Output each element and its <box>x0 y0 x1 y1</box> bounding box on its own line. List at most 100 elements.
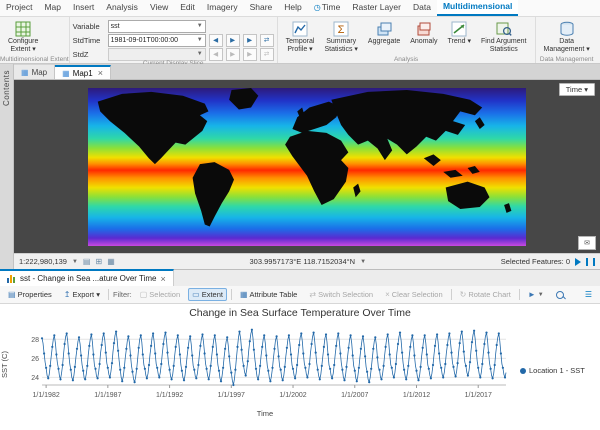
aggregate-button[interactable]: Aggregate <box>364 19 404 48</box>
play-button[interactable]: ▶ <box>226 34 240 47</box>
rotate-chart-button[interactable]: ↻Rotate Chart <box>456 288 515 301</box>
variable-label: Variable <box>73 22 105 31</box>
view-tab-map[interactable]: ▦ Map <box>14 65 55 79</box>
zoom-in-button[interactable] <box>552 289 568 301</box>
arcgis-pro-window: Project Map Insert Analysis View Edit Im… <box>0 0 600 430</box>
attribute-table-button[interactable]: ▦Attribute Table <box>236 288 301 301</box>
sst-time-series-plot[interactable]: 2426281/1/19821/1/19871/1/19921/1/19971/… <box>16 319 514 407</box>
chart-area: Change in Sea Surface Temperature Over T… <box>0 304 600 430</box>
time-slider-button[interactable]: Time ▾ <box>559 83 595 96</box>
chart-panel-tab[interactable]: sst - Change in Sea ...ature Over Time × <box>0 269 174 286</box>
selected-features-count[interactable]: Selected Features: 0 <box>501 257 570 266</box>
filter-extent-button[interactable]: ▭Extent <box>188 288 227 301</box>
pointer-mode-button[interactable]: ►▼ <box>524 288 548 301</box>
group-multidimensional-extent: Configure Extent ▾ Multidimensional Exte… <box>0 17 70 63</box>
selection-icon: ▢ <box>140 290 148 299</box>
ribbon-tab-insert[interactable]: Insert <box>67 0 100 16</box>
chevron-down-icon: ▼ <box>197 37 203 43</box>
ribbon-tab-time[interactable]: ◷Time <box>308 0 347 16</box>
properties-icon: ▤ <box>8 290 16 299</box>
svg-text:1/1/2012: 1/1/2012 <box>403 392 430 399</box>
chart-export-button[interactable]: ↥Export ▾ <box>60 288 104 301</box>
svg-text:1/1/2017: 1/1/2017 <box>465 392 492 399</box>
ribbon-tab-analysis[interactable]: Analysis <box>100 0 144 16</box>
summary-statistics-icon: Σ <box>333 21 349 37</box>
overview-button[interactable]: ✉ <box>578 236 596 250</box>
cursor-coordinates[interactable]: 303.9957173°E 118.7152034°N <box>250 257 356 266</box>
ribbon-tab-imagery[interactable]: Imagery <box>201 0 244 16</box>
magnifier-icon <box>556 291 564 299</box>
pause-icon[interactable] <box>586 258 595 266</box>
sea-surface-temperature-map[interactable] <box>88 88 526 246</box>
legend-icon: ☰ <box>585 290 592 299</box>
ribbon-tab-edit[interactable]: Edit <box>174 0 201 16</box>
data-management-button[interactable]: Data Management ▾ <box>540 19 594 56</box>
step-forward-button[interactable]: ▶ <box>243 34 257 47</box>
chevron-down-icon: ▼ <box>197 23 203 29</box>
ribbon-tab-help[interactable]: Help <box>278 0 307 16</box>
switch-selection-icon: ⇄ <box>309 290 316 299</box>
clear-selection-icon: × <box>385 290 390 299</box>
svg-text:1/1/2002: 1/1/2002 <box>279 392 306 399</box>
grid-toggle-icon[interactable]: ▦ <box>107 257 115 266</box>
contents-panel-tab[interactable]: Contents <box>0 64 14 269</box>
trend-button[interactable]: Trend ▾ <box>443 19 475 48</box>
ribbon-tab-data[interactable]: Data <box>407 0 437 16</box>
temporal-profile-button[interactable]: Temporal Profile ▾ <box>282 19 319 56</box>
map-scale-value[interactable]: 1:222,980,139 <box>19 257 67 266</box>
close-icon[interactable]: × <box>98 68 103 78</box>
stdtime-dropdown[interactable]: 1981-09-01T00:00:00▼ <box>108 34 206 47</box>
envelope-icon: ✉ <box>584 239 590 247</box>
map-viewport[interactable]: Time ▾ ✉ <box>14 80 600 253</box>
switch-selection-button[interactable]: ⇄Switch Selection <box>305 288 377 301</box>
ribbon-tab-share[interactable]: Share <box>244 0 279 16</box>
stdz-label: StdZ <box>73 50 105 59</box>
export-icon: ↥ <box>64 290 71 299</box>
map-statusbar: 1:222,980,139 ▼ ▤ ⊞ ▦ 303.9957173°E 118.… <box>14 253 600 269</box>
database-icon <box>559 21 575 37</box>
ribbon-tab-project[interactable]: Project <box>0 0 38 16</box>
svg-text:24: 24 <box>31 375 39 382</box>
snapping-icon[interactable]: ⊞ <box>95 257 102 266</box>
group-analysis: Temporal Profile ▾ Σ Summary Statistics … <box>278 17 536 63</box>
clear-selection-button[interactable]: ×Clear Selection <box>381 288 447 301</box>
legend-toggle-button[interactable]: ☰ <box>581 288 596 301</box>
extent-icon: ▭ <box>192 290 200 299</box>
chart-x-axis-label: Time <box>16 409 514 418</box>
close-icon[interactable]: × <box>161 274 166 284</box>
play-icon[interactable] <box>575 258 581 266</box>
filter-label: Filter: <box>113 290 132 299</box>
summary-statistics-button[interactable]: Σ Summary Statistics ▾ <box>320 19 361 56</box>
chart-toolbar: ▤Properties ↥Export ▾ Filter: ▢Selection… <box>0 286 600 304</box>
trend-arrow-icon <box>451 21 467 37</box>
step-backward-button[interactable]: ◀ <box>209 34 223 47</box>
anomaly-button[interactable]: Anomaly <box>406 19 441 48</box>
chevron-down-icon: ▼ <box>72 259 78 265</box>
view-tab-map1[interactable]: ▦ Map1 × <box>55 65 111 79</box>
ribbon-tab-view[interactable]: View <box>144 0 174 16</box>
stdz-step-backward-button: ◀ <box>209 48 223 61</box>
anomaly-cube-icon <box>416 21 432 37</box>
filter-selection-button[interactable]: ▢Selection <box>136 288 184 301</box>
chevron-down-icon: ▼ <box>197 51 203 57</box>
chart-icon <box>7 274 16 283</box>
ribbon-tab-multidimensional[interactable]: Multidimensional <box>437 0 518 16</box>
svg-text:1/1/1992: 1/1/1992 <box>156 392 183 399</box>
ribbon-tab-map[interactable]: Map <box>38 0 67 16</box>
configure-extent-button[interactable]: Configure Extent ▾ <box>4 19 42 56</box>
legend-marker <box>520 368 526 374</box>
stdz-dropdown[interactable]: ▼ <box>108 48 206 61</box>
selection-tool-icon[interactable]: ▤ <box>83 257 91 266</box>
chart-properties-button[interactable]: ▤Properties <box>4 288 56 301</box>
temporal-profile-chart-icon <box>292 21 308 37</box>
find-argument-icon <box>496 21 512 37</box>
chart-legend[interactable]: Location 1 - SST <box>520 366 598 375</box>
extent-grid-icon <box>15 21 31 37</box>
find-argument-statistics-button[interactable]: Find Argument Statistics <box>477 19 531 56</box>
loop-button[interactable]: ⇄ <box>260 34 274 47</box>
svg-text:1/1/1997: 1/1/1997 <box>218 392 245 399</box>
chevron-down-icon: ▼ <box>538 292 544 298</box>
variable-dropdown[interactable]: sst▼ <box>108 20 206 33</box>
ribbon-tab-raster-layer[interactable]: Raster Layer <box>346 0 407 16</box>
clock-icon: ◷ <box>314 3 321 12</box>
